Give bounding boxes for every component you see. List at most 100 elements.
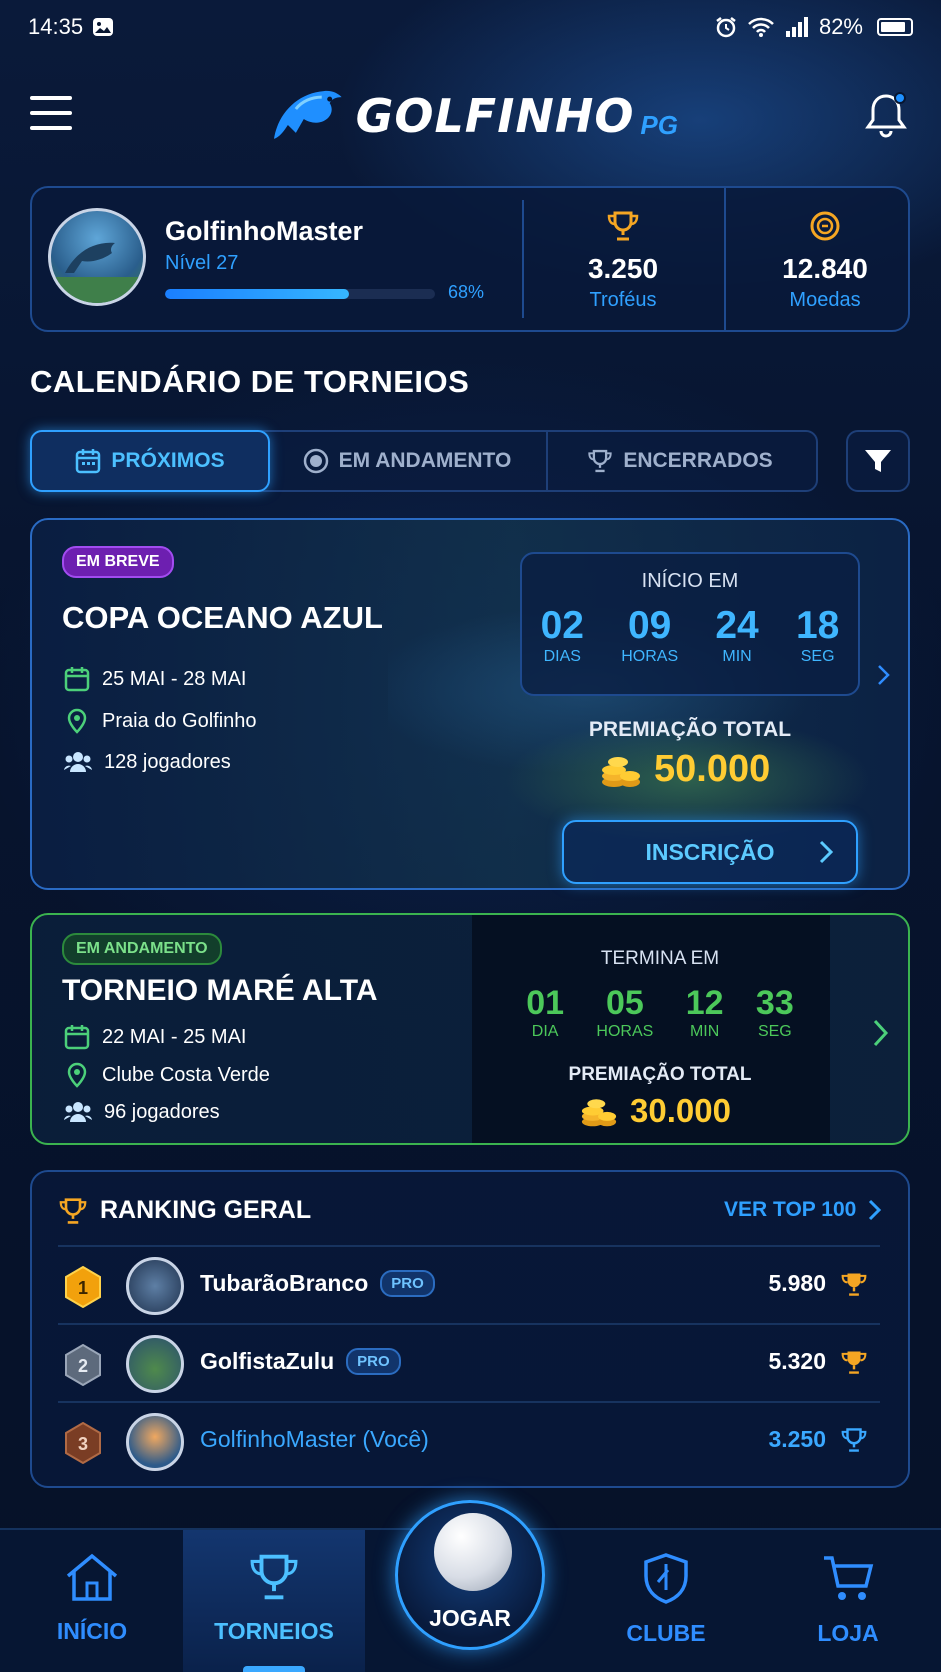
countdown-unit: MIN [722, 648, 752, 665]
nav-home[interactable]: INÍCIO [2, 1552, 182, 1645]
ranking-divider [58, 1323, 880, 1325]
profile-level: Nível 27 [165, 252, 239, 274]
tournament-tabs: PRÓXIMOS EM ANDAMENTO ENCERRADOS [30, 430, 818, 492]
countdown-number: 33 [755, 984, 794, 1022]
silver-medal-icon: 2 [65, 1344, 101, 1386]
profile-name: GolfinhoMaster [165, 216, 364, 246]
countdown-box: INÍCIO EM 02 DIAS 09 HORAS 24 MIN 18 SEG [520, 552, 860, 696]
trophies-stat[interactable]: 3.250 Troféus [528, 210, 718, 312]
status-badge: EM BREVE [62, 546, 174, 578]
wifi-icon [748, 17, 774, 37]
coins-stack-icon [581, 1099, 617, 1127]
countdown-hours: 09 HORAS [621, 604, 678, 666]
nav-tournaments[interactable]: TORNEIOS [184, 1552, 364, 1645]
register-label: INSCRIÇÃO [645, 838, 775, 865]
trophy-icon [841, 1350, 867, 1374]
countdown-box: TERMINA EM 01 DIA 05 HORAS 12 MIN 33 SEG [510, 944, 810, 1054]
trophy-icon [250, 1554, 298, 1600]
filter-button[interactable] [846, 430, 910, 492]
countdown-minutes: 12 MIN [686, 984, 724, 1041]
countdown-number: 18 [795, 604, 840, 647]
golf-ball-icon [434, 1513, 512, 1591]
chevron-right-icon [869, 1199, 882, 1221]
view-top-100-label: VER TOP 100 [724, 1198, 857, 1221]
calendar-icon [64, 667, 90, 692]
status-icons: 82% [715, 14, 913, 40]
countdown-unit: HORAS [621, 648, 679, 665]
players-icon [64, 1102, 92, 1122]
trophy-icon [588, 449, 612, 473]
location-text: Clube Costa Verde [102, 1063, 270, 1086]
location-pin-icon [67, 708, 87, 734]
prize-value: 30.000 [630, 1092, 731, 1129]
ranking-title: RANKING GERAL [100, 1196, 312, 1224]
alarm-icon [716, 17, 736, 38]
cart-icon [824, 1556, 874, 1600]
chevron-right-icon[interactable] [872, 1018, 890, 1048]
trophy-icon [841, 1427, 867, 1452]
calendar-icon [76, 449, 101, 474]
score-text: 5.980 [768, 1270, 826, 1296]
profile-avatar[interactable] [48, 208, 146, 306]
player-name: GolfinhoMaster (Você) [200, 1426, 429, 1453]
shield-icon [644, 1553, 688, 1604]
tab-upcoming[interactable]: PRÓXIMOS [30, 430, 270, 492]
tab-finished[interactable]: ENCERRADOS [548, 432, 812, 490]
notification-dot [894, 92, 906, 104]
tournament-location: Clube Costa Verde [64, 1062, 270, 1088]
prize-label: PREMIAÇÃO TOTAL [588, 718, 792, 741]
nav-label: LOJA [817, 1620, 879, 1646]
countdown-number: 05 [605, 984, 644, 1022]
player-score: 5.320 [768, 1348, 868, 1375]
filter-icon [865, 450, 891, 472]
status-badge: EM ANDAMENTO [62, 933, 222, 965]
nav-label: INÍCIO [56, 1618, 128, 1644]
section-title: CALENDÁRIO DE TORNEIOS [30, 364, 470, 399]
coins-stat[interactable]: 12.840 Moedas [730, 210, 920, 312]
tournament-location: Praia do Golfinho [64, 708, 257, 734]
status-bar: 14:35 82% [0, 0, 941, 56]
trophies-label: Troféus [589, 289, 657, 311]
trophies-value: 3.250 [587, 253, 659, 284]
level-progress-percent: 68% [448, 282, 485, 302]
coins-value: 12.840 [782, 253, 868, 284]
tournament-players: 128 jogadores [64, 750, 231, 774]
app-logo: GOLFINHO PG [268, 80, 678, 152]
trophy-icon [841, 1272, 867, 1296]
medal-rank: 3 [78, 1434, 88, 1454]
view-top-100-link[interactable]: VER TOP 100 [724, 1198, 882, 1222]
tournament-players: 96 jogadores [64, 1100, 220, 1124]
bronze-medal-icon: 3 [65, 1422, 101, 1464]
play-button[interactable]: JOGAR [395, 1500, 545, 1650]
nav-club[interactable]: CLUBE [576, 1552, 756, 1647]
signal-icon [785, 17, 808, 37]
nav-label: TORNEIOS [214, 1618, 334, 1644]
dolphin-avatar-icon [51, 242, 143, 303]
chevron-right-icon[interactable] [876, 664, 892, 686]
tournament-title: TORNEIO MARÉ ALTA [62, 974, 378, 1007]
countdown-days: 02 DIAS [541, 604, 584, 666]
dates-text: 22 MAI - 25 MAI [102, 1025, 247, 1048]
tournament-title: COPA OCEANO AZUL [62, 600, 383, 635]
ranking-row[interactable]: 1 TubarãoBranco PRO 5.980 [58, 1248, 880, 1324]
nav-shop[interactable]: LOJA [758, 1552, 938, 1647]
countdown-unit: HORAS [596, 1023, 654, 1040]
countdown-number: 24 [715, 604, 759, 647]
countdown-seconds: 18 SEG [796, 604, 839, 666]
ranking-row[interactable]: 2 GolfistaZulu PRO 5.320 [58, 1326, 880, 1402]
players-icon [64, 752, 92, 772]
medal-rank: 2 [78, 1356, 88, 1376]
register-button[interactable]: INSCRIÇÃO [562, 820, 858, 884]
tab-in-progress[interactable]: EM ANDAMENTO [268, 432, 548, 490]
players-text: 128 jogadores [104, 750, 231, 773]
player-name-text: GolfinhoMaster (Você) [200, 1426, 429, 1452]
ranking-row[interactable]: 3 GolfinhoMaster (Você) 3.250 [58, 1404, 880, 1480]
menu-button[interactable] [30, 96, 72, 130]
countdown-title: INÍCIO EM [641, 570, 739, 592]
notifications-button[interactable] [864, 90, 908, 138]
score-text: 3.250 [768, 1426, 826, 1452]
countdown-number: 02 [540, 604, 584, 647]
score-text: 5.320 [768, 1348, 826, 1374]
tab-label: ENCERRADOS [623, 449, 773, 472]
countdown-unit: DIAS [543, 648, 581, 665]
